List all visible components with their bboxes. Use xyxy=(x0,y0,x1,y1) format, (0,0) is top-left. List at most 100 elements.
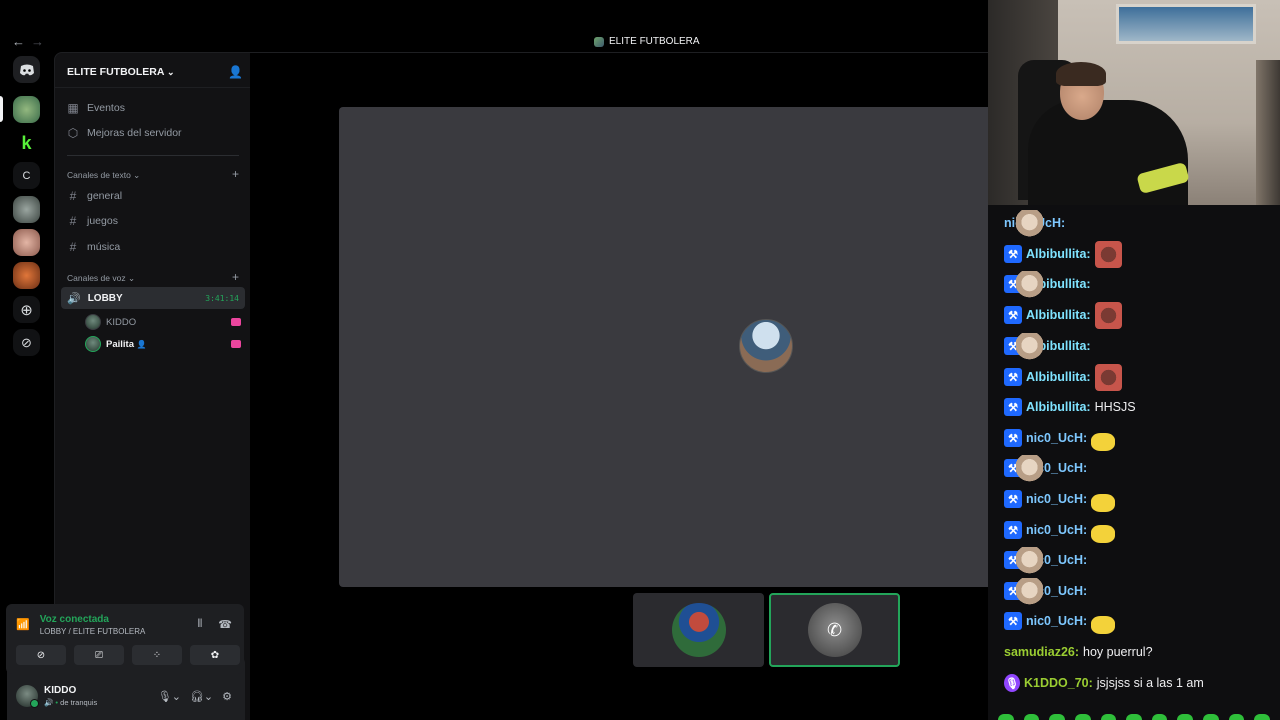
back-arrow-icon[interactable]: ← xyxy=(12,34,31,49)
voice-channel-timer: 3:41:14 xyxy=(205,293,239,303)
menu-events-label: Eventos xyxy=(87,102,125,114)
member-kiddo[interactable]: KIDDO xyxy=(85,314,241,330)
chat-message: 🎙 K1DDO_70: jsjsjss si a las 1 am xyxy=(1004,671,1204,695)
participant-tile-2[interactable]: ✆ xyxy=(769,593,900,667)
channel-juegos[interactable]: # juegos xyxy=(67,214,118,228)
stream-chat: nic0_UcH:⚒Albibullita:⚒Albibullita:⚒Albi… xyxy=(988,205,1280,720)
invite-people-icon[interactable]: 👤 xyxy=(228,65,243,79)
streaming-icon xyxy=(231,340,241,348)
chat-message: ⚒ Albibullita: xyxy=(1004,363,1124,391)
soundboard-button[interactable]: ✿ xyxy=(190,645,240,665)
chat-message: ⚒ nic0_UcH: xyxy=(1004,609,1117,634)
chat-message: ⚒ nic0_UcH: xyxy=(1004,518,1117,543)
chat-username[interactable]: K1DDO_70: xyxy=(1024,676,1093,690)
server-avatar-icon[interactable] xyxy=(13,196,40,223)
add-text-channel-icon[interactable]: + xyxy=(232,168,239,181)
chat-username[interactable]: nic0_UcH: xyxy=(1026,492,1087,506)
activities-button[interactable]: ⁘ xyxy=(132,645,182,665)
camera-off-button[interactable]: ⊘ xyxy=(16,645,66,665)
moderator-badge-icon: ⚒ xyxy=(1004,368,1022,386)
emote xyxy=(1228,714,1245,720)
chat-message: ⚒ Albibullita: xyxy=(1004,270,1095,298)
channel-musica[interactable]: # música xyxy=(67,240,121,254)
member-pailita[interactable]: Pailita 👤 xyxy=(85,336,241,352)
title-bar: ←→ ELITE FUTBOLERA xyxy=(0,0,988,52)
user-info[interactable]: KIDDO 🔊 • de tranquis xyxy=(44,685,158,707)
chat-message: ⚒ Albibullita: HHSJS xyxy=(1004,395,1136,419)
server-c-letter: C xyxy=(22,169,31,182)
server-elite-icon[interactable] xyxy=(13,96,40,123)
settings-gear-icon[interactable]: ⚙ xyxy=(222,690,232,703)
voice-stage: ✆ xyxy=(250,52,988,720)
chat-emote-row xyxy=(998,714,1271,720)
voice-status-subtitle: LOBBY / ELITE FUTBOLERA xyxy=(39,627,146,636)
moderator-badge-icon: ⚒ xyxy=(1004,490,1022,508)
share-screen-button[interactable]: ⎚ xyxy=(74,645,124,665)
boost-icon: ⬡ xyxy=(67,126,79,140)
streaming-icon xyxy=(231,318,241,326)
participant-avatar xyxy=(671,603,726,657)
chat-emote-duck xyxy=(1091,525,1116,543)
signal-icon[interactable]: 📶 xyxy=(16,618,30,631)
chat-username[interactable]: nic0_UcH: xyxy=(1026,431,1087,445)
server-dab-icon[interactable] xyxy=(13,262,40,289)
user-avatar[interactable] xyxy=(16,685,39,708)
chat-emote-cat xyxy=(1016,454,1043,482)
forward-arrow-icon[interactable]: → xyxy=(31,34,50,49)
chat-message: ⚒ nic0_UcH: xyxy=(1004,454,1091,482)
channel-juegos-label: juegos xyxy=(87,215,118,227)
text-category[interactable]: Canales de texto ⌄ + xyxy=(67,168,239,181)
phone-icon: ✆ xyxy=(826,619,843,640)
streamer-webcam xyxy=(988,0,1280,205)
participant-tile-1[interactable] xyxy=(633,593,764,667)
voice-controls: ⦀ ☎ xyxy=(197,618,232,631)
noise-suppression-icon[interactable]: ⦀ xyxy=(197,618,202,631)
server-face-icon[interactable] xyxy=(13,229,40,256)
chat-username[interactable]: Albibullita: xyxy=(1026,247,1091,261)
selected-server-pill xyxy=(0,96,3,122)
chat-emote-cat xyxy=(1016,270,1043,298)
user-name: KIDDO xyxy=(44,685,77,696)
chat-username[interactable]: nic0_UcH: xyxy=(1026,614,1087,628)
focused-video-tile[interactable] xyxy=(339,107,988,587)
member-name: KIDDO xyxy=(106,316,137,328)
menu-boosts[interactable]: ⬡ Mejoras del servidor xyxy=(67,126,182,140)
text-category-label: Canales de texto ⌄ xyxy=(67,170,141,180)
webcam-door xyxy=(1256,60,1280,205)
voice-category-text: Canales de voz xyxy=(67,273,126,283)
add-server-icon[interactable]: ⊕ xyxy=(13,296,40,323)
voice-channel-name: LOBBY xyxy=(87,292,123,304)
webcam-person-hair xyxy=(1056,62,1106,86)
microphone-icon[interactable]: 🎙︎⌄ xyxy=(158,690,181,703)
channel-general[interactable]: # general xyxy=(67,189,122,203)
add-voice-channel-icon[interactable]: + xyxy=(232,271,239,284)
participant-avatar: ✆ xyxy=(807,603,862,657)
user-panel: KIDDO 🔊 • de tranquis 🎙︎⌄ 🎧︎⌄ ⚙ xyxy=(6,678,244,714)
voice-status-title[interactable]: Voz conectada xyxy=(40,614,146,625)
server-header[interactable]: ELITE FUTBOLERA ⌄ 👤 xyxy=(67,65,243,79)
text-category-text: Canales de texto xyxy=(67,170,131,180)
header-divider xyxy=(55,87,251,88)
menu-events[interactable]: ▦ Eventos xyxy=(67,101,125,115)
emote xyxy=(1023,714,1040,720)
server-c-icon[interactable]: C xyxy=(13,162,40,189)
server-kick-icon[interactable]: k xyxy=(13,130,40,157)
server-name: ELITE FUTBOLERA ⌄ xyxy=(67,66,175,78)
chat-username[interactable]: Albibullita: xyxy=(1026,400,1091,414)
chat-username[interactable]: nic0_UcH: xyxy=(1026,523,1087,537)
voice-channel-lobby[interactable]: 🔊 LOBBY 3:41:14 xyxy=(61,287,245,309)
chat-username[interactable]: samudiaz26: xyxy=(1004,645,1079,659)
webcam-person-body xyxy=(1028,100,1188,205)
moderator-badge-icon: ⚒ xyxy=(1004,429,1022,447)
status-icon: 🔊 • xyxy=(44,698,59,707)
discord-home-icon[interactable] xyxy=(13,56,40,83)
headphones-icon[interactable]: 🎧︎⌄ xyxy=(190,690,213,703)
chat-username[interactable]: Albibullita: xyxy=(1026,370,1091,384)
explore-icon[interactable]: ⊘ xyxy=(13,329,40,356)
chat-emote-face xyxy=(1094,301,1122,329)
chat-username[interactable]: Albibullita: xyxy=(1026,308,1091,322)
voice-category[interactable]: Canales de voz ⌄ + xyxy=(67,271,239,284)
server-icon xyxy=(594,36,604,47)
disconnect-icon[interactable]: ☎ xyxy=(218,618,232,631)
chat-text: HHSJS xyxy=(1094,400,1136,414)
